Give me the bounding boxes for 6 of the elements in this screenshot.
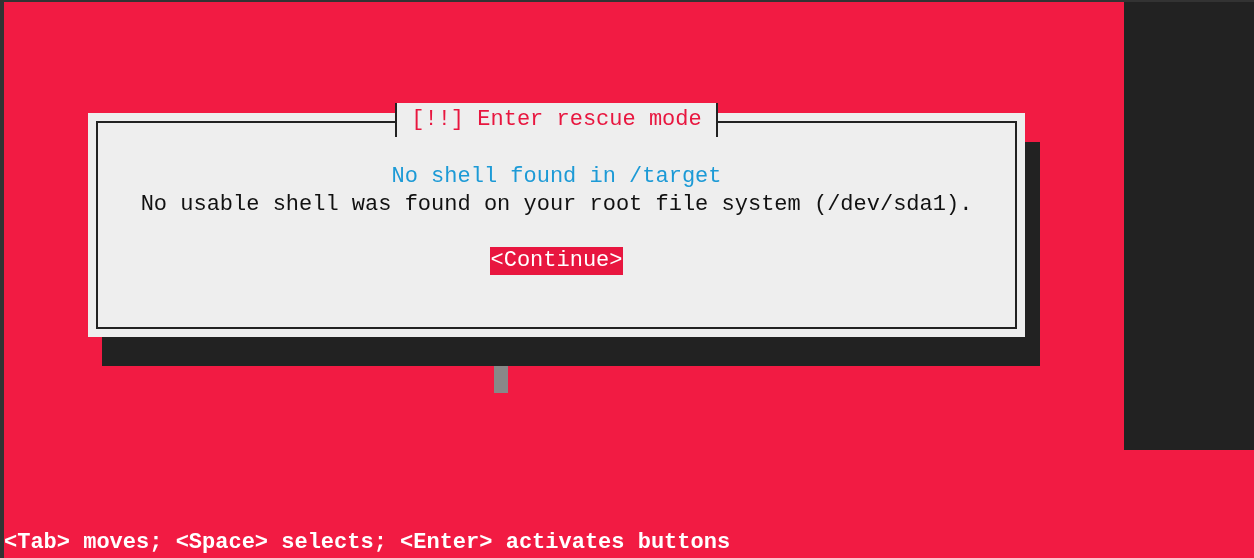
dialog-heading: No shell found in /target bbox=[391, 163, 722, 191]
dialog-title: [!!] Enter rescue mode bbox=[395, 103, 718, 137]
dialog-message: No usable shell was found on your root file system (/dev/sda1). bbox=[140, 191, 973, 219]
cursor-block bbox=[494, 366, 508, 393]
help-line: <Tab> moves; <Space> selects; <Enter> activates buttons bbox=[4, 530, 732, 557]
continue-button[interactable]: <Continue> bbox=[490, 247, 623, 275]
